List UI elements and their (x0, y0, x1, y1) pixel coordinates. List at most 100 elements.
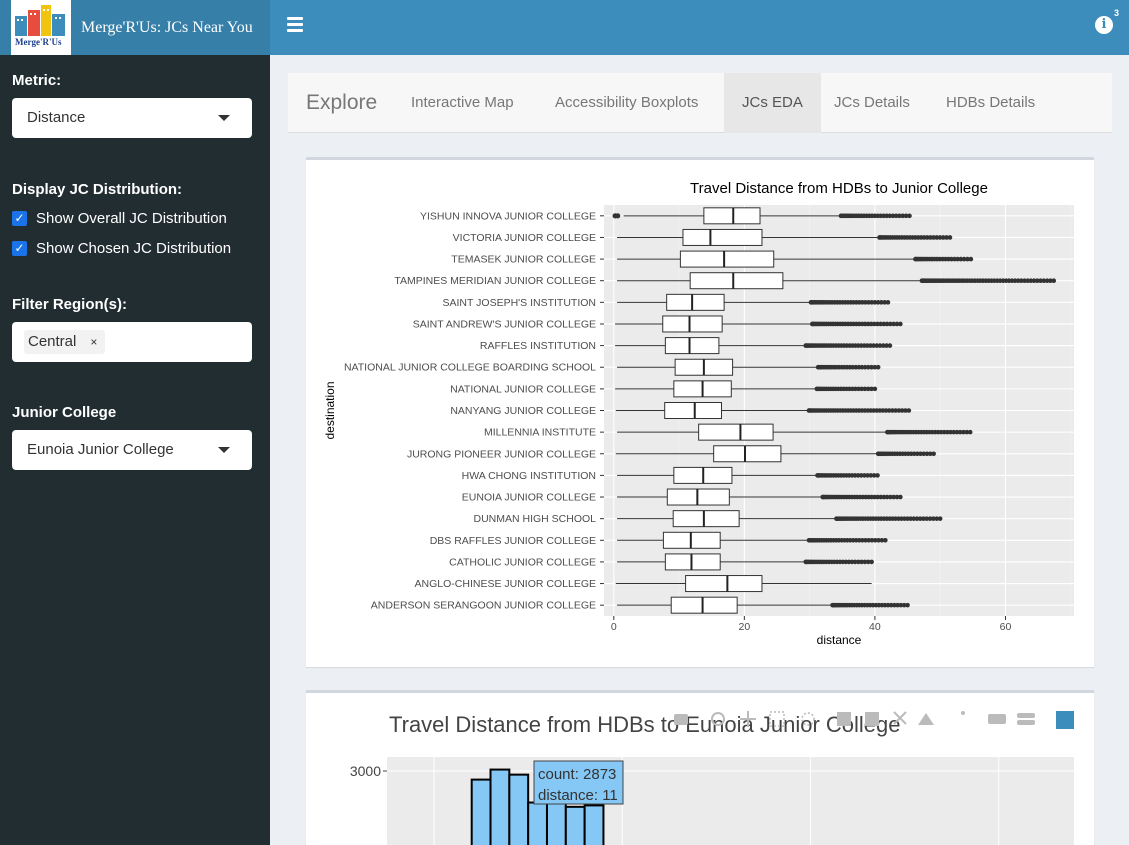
outliers (808, 300, 891, 305)
tab-hdbs-details[interactable]: HDBs Details (928, 73, 1053, 133)
histogram-bar[interactable] (564, 805, 586, 845)
histogram-bar[interactable] (508, 773, 530, 845)
hover-tooltip: count: 2873 distance: 11 (533, 760, 624, 805)
tooltip-distance: distance: 11 (538, 787, 618, 804)
hover-closest-icon[interactable] (988, 714, 1006, 724)
region-tag: Central × (24, 330, 106, 354)
outlier-point (615, 213, 621, 219)
outlier-point (883, 537, 888, 543)
outlier-point (898, 494, 903, 500)
navbar-tabs: Explore Interactive Map Accessibility Bo… (288, 73, 1112, 133)
y-tick-label: DUNMAN HIGH SCHOOL (473, 513, 596, 525)
navbar-brand: Explore (306, 91, 378, 114)
check-icon[interactable]: ✓ (12, 211, 27, 226)
box-iqr (698, 423, 774, 441)
tab-jcs-eda[interactable]: JCs EDA (724, 73, 821, 133)
outliers (834, 516, 943, 521)
y-tick-label: TAMPINES MERIDIAN JUNIOR COLLEGE (394, 275, 596, 287)
y-tick-labels: 3000 (350, 763, 387, 779)
box-iqr (664, 553, 721, 571)
hamburger-icon[interactable] (287, 17, 303, 32)
y-tick-label: YISHUN INNOVA JUNIOR COLLEGE (420, 210, 596, 222)
box-iqr (713, 445, 782, 463)
outliers (830, 602, 910, 608)
outlier-point (931, 451, 936, 457)
histogram-panel: 3000 Travel Distance from HDBs to Eunoia… (306, 690, 1094, 845)
info-icon[interactable]: i (1095, 16, 1113, 34)
outliers (806, 408, 912, 413)
junior-college-select[interactable]: Eunoia Junior College (12, 430, 252, 470)
app-logo: Merge'R'Us (11, 0, 71, 55)
spike-lines-icon[interactable] (961, 711, 965, 715)
outliers (875, 451, 936, 457)
box-iqr (679, 250, 775, 268)
outliers (814, 386, 878, 392)
histogram-bar[interactable] (527, 801, 548, 845)
zoom-out-icon[interactable] (865, 712, 879, 726)
metric-select[interactable]: Distance (12, 98, 252, 138)
chart-title: Travel Distance from HDBs to Junior Coll… (690, 180, 988, 197)
y-tick-label: SAINT JOSEPH'S INSTITUTION (443, 297, 597, 309)
outliers (806, 537, 888, 543)
y-tick-label: SAINT ANDREW'S JUNIOR COLLEGE (413, 318, 596, 330)
histogram-bar[interactable] (489, 768, 511, 845)
boxplot-panel: YISHUN INNOVA JUNIOR COLLEGE VICTORIA JUN… (306, 157, 1094, 667)
checkbox-chosen-distribution[interactable]: ✓ Show Chosen JC Distribution (12, 240, 231, 257)
outlier-point (1051, 278, 1057, 284)
y-tick-label: RAFFLES INSTITUTION (480, 340, 596, 352)
metric-label: Metric: (12, 72, 62, 89)
chevron-down-icon (218, 447, 230, 453)
outliers (913, 256, 974, 262)
chevron-down-icon (218, 115, 230, 121)
remove-tag-icon[interactable]: × (90, 330, 97, 354)
notification-badge: 3 (1113, 8, 1119, 18)
checkbox-overall-label: Show Overall JC Distribution (36, 210, 227, 227)
box-iqr (689, 272, 784, 290)
y-tick-label: HWA CHONG INSTITUTION (462, 470, 596, 482)
box-iqr (685, 575, 763, 593)
outlier-point (885, 300, 891, 305)
y-tick-label: NATIONAL JUNIOR COLLEGE (450, 383, 596, 395)
check-icon[interactable]: ✓ (12, 241, 27, 256)
brand-area[interactable]: Merge'R'Us Merge'R'Us: JCs Near You (0, 0, 270, 55)
box-iqr (664, 337, 720, 355)
box-iqr (672, 510, 740, 528)
outliers (919, 278, 1057, 284)
zoom-in-icon[interactable] (837, 712, 851, 726)
tab-interactive-map[interactable]: Interactive Map (393, 73, 532, 133)
outlier-point (905, 602, 910, 608)
checkbox-overall-distribution[interactable]: ✓ Show Overall JC Distribution (12, 210, 227, 227)
chart-title: Travel Distance from HDBs to Eunoia Juni… (389, 712, 901, 737)
y-tick-label: NATIONAL JUNIOR COLLEGE BOARDING SCHOOL (344, 362, 596, 374)
plotly-logo-icon[interactable] (1056, 711, 1074, 729)
outlier-point (875, 473, 880, 478)
x-tick-label: 40 (869, 621, 881, 633)
region-filter-input[interactable]: Central × (12, 322, 252, 362)
histogram-bar[interactable] (470, 778, 492, 845)
camera-icon[interactable] (674, 714, 688, 725)
junior-college-select-value: Eunoia Junior College (27, 441, 174, 458)
box-iqr (666, 293, 725, 311)
region-tag-label: Central (28, 333, 77, 350)
outliers (803, 343, 893, 348)
outlier-point (907, 213, 912, 219)
display-distribution-label: Display JC Distribution: (12, 181, 183, 198)
tab-accessibility-boxplots[interactable]: Accessibility Boxplots (537, 73, 716, 133)
histogram-bar[interactable] (583, 804, 605, 845)
y-tick-label: EUNOIA JUNIOR COLLEGE (462, 492, 596, 504)
y-tick-label: TEMASEK JUNIOR COLLEGE (451, 254, 596, 266)
sidebar: Metric: Distance Display JC Distribution… (0, 55, 270, 845)
x-tick-label: 0 (611, 621, 617, 633)
top-header: Merge'R'Us Merge'R'Us: JCs Near You i 3 (0, 0, 1129, 55)
x-axis-label: distance (817, 633, 862, 647)
outliers (877, 235, 953, 240)
y-tick-label: ANDERSON SERANGOON JUNIOR COLLEGE (371, 600, 596, 612)
home-icon[interactable] (918, 713, 934, 725)
box-iqr (664, 402, 723, 419)
y-tick-label: VICTORIA JUNIOR COLLEGE (453, 232, 596, 244)
hover-compare-icon[interactable] (1017, 713, 1035, 718)
tab-jcs-details[interactable]: JCs Details (816, 73, 928, 133)
y-axis-label: destination (323, 381, 337, 439)
x-tick-label: 20 (739, 621, 751, 633)
y-tick-label: CATHOLIC JUNIOR COLLEGE (449, 556, 596, 568)
